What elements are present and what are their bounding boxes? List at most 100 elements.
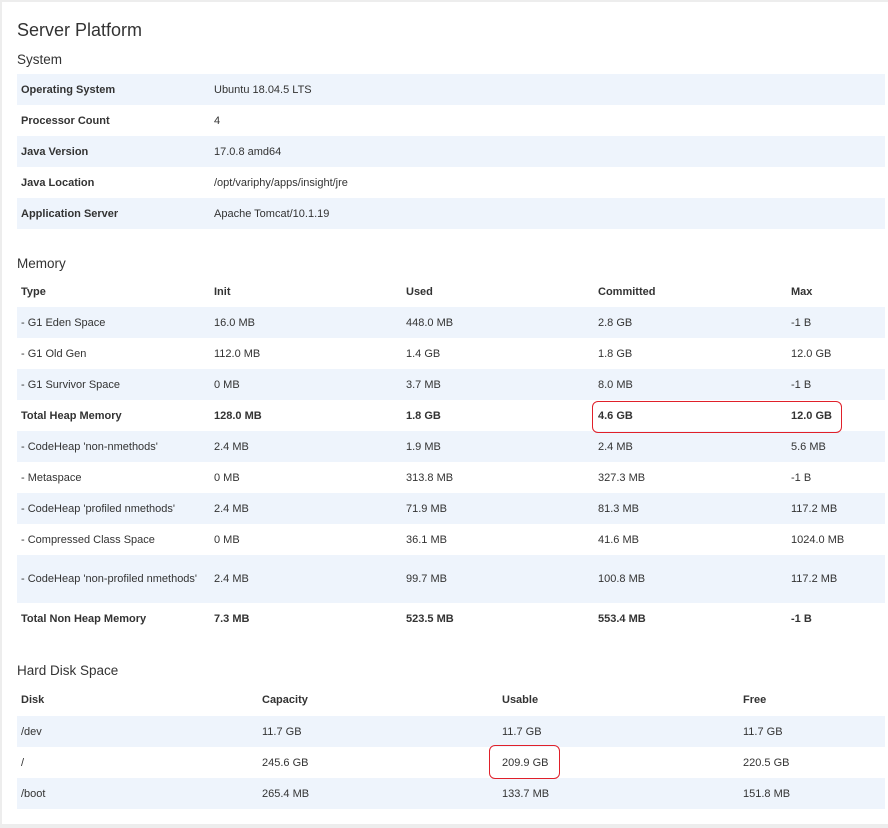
column-header-init: Init bbox=[214, 285, 231, 298]
memory-type: Total Heap Memory bbox=[21, 409, 122, 422]
memory-used: 1.8 GB bbox=[406, 409, 441, 422]
disk-capacity: 245.6 GB bbox=[262, 756, 309, 769]
system-table: Operating System Ubuntu 18.04.5 LTS Proc… bbox=[17, 74, 885, 229]
memory-section-title: Memory bbox=[17, 256, 66, 271]
memory-max: -1 B bbox=[787, 307, 885, 338]
column-header-committed: Committed bbox=[598, 285, 656, 298]
system-value: /opt/variphy/apps/insight/jre bbox=[214, 176, 348, 189]
system-label: Java Location bbox=[21, 176, 95, 189]
column-header-usable: Usable bbox=[502, 694, 539, 706]
table-row: /dev 11.7 GB 11.7 GB 11.7 GB bbox=[17, 716, 885, 747]
memory-max: 117.2 MB bbox=[787, 493, 885, 524]
disk-usable: 133.7 MB bbox=[498, 778, 739, 809]
disk-free: 151.8 MB bbox=[739, 778, 885, 809]
table-row: /boot 265.4 MB 133.7 MB 151.8 MB bbox=[17, 778, 885, 809]
memory-used: 1.4 GB bbox=[406, 347, 441, 360]
memory-type: - Compressed Class Space bbox=[21, 533, 155, 546]
column-header-used: Used bbox=[406, 285, 433, 298]
memory-init: 2.4 MB bbox=[210, 431, 402, 462]
memory-type: Total Non Heap Memory bbox=[21, 612, 147, 625]
memory-max: -1 B bbox=[791, 471, 812, 484]
system-label: Application Server bbox=[17, 198, 210, 229]
table-row: - G1 Old Gen 112.0 MB 1.4 GB 1.8 GB 12.0… bbox=[17, 338, 885, 369]
system-label: Java Version bbox=[17, 136, 210, 167]
disk-usable: 11.7 GB bbox=[498, 716, 739, 747]
disk-capacity: 11.7 GB bbox=[258, 716, 498, 747]
memory-type: - G1 Survivor Space bbox=[17, 369, 210, 400]
memory-committed: 1.8 GB bbox=[598, 347, 633, 360]
system-value: 4 bbox=[214, 114, 221, 127]
memory-committed: 100.8 MB bbox=[594, 555, 787, 603]
table-row: - G1 Eden Space 16.0 MB 448.0 MB 2.8 GB … bbox=[17, 307, 885, 338]
memory-type: - CodeHeap 'non-profiled nmethods' bbox=[17, 555, 210, 603]
memory-max: -1 B bbox=[787, 369, 885, 400]
memory-committed: 553.4 MB bbox=[598, 612, 646, 625]
memory-init: 0 MB bbox=[214, 471, 240, 484]
table-row: - CodeHeap 'profiled nmethods' 2.4 MB 71… bbox=[17, 493, 885, 524]
disk-name: /dev bbox=[17, 716, 258, 747]
disk-section-title: Hard Disk Space bbox=[17, 663, 119, 678]
total-non-heap-memory-row: Total Non Heap Memory 7.3 MB 523.5 MB 55… bbox=[17, 603, 885, 634]
memory-init: 0 MB bbox=[210, 369, 402, 400]
memory-committed: 8.0 MB bbox=[594, 369, 787, 400]
page-title: Server Platform bbox=[17, 20, 143, 40]
table-row: - CodeHeap 'non-profiled nmethods' 2.4 M… bbox=[17, 555, 885, 603]
memory-used: 3.7 MB bbox=[402, 369, 594, 400]
system-value: 17.0.8 amd64 bbox=[210, 136, 885, 167]
memory-init: 2.4 MB bbox=[210, 493, 402, 524]
disk-name: /boot bbox=[17, 778, 258, 809]
table-row: - CodeHeap 'non-nmethods' 2.4 MB 1.9 MB … bbox=[17, 431, 885, 462]
memory-committed: 327.3 MB bbox=[598, 471, 646, 484]
column-header-free: Free bbox=[743, 694, 767, 706]
disk-free: 220.5 GB bbox=[743, 756, 790, 769]
system-row-processor-count: Processor Count 4 bbox=[17, 105, 885, 136]
memory-used: 1.9 MB bbox=[402, 431, 594, 462]
system-row-application-server: Application Server Apache Tomcat/10.1.19 bbox=[17, 198, 885, 229]
memory-init: 16.0 MB bbox=[210, 307, 402, 338]
memory-max: 5.6 MB bbox=[787, 431, 885, 462]
column-header-disk: Disk bbox=[21, 694, 45, 706]
disk-capacity: 265.4 MB bbox=[258, 778, 498, 809]
memory-committed: 2.8 GB bbox=[594, 307, 787, 338]
total-heap-highlight-box bbox=[592, 401, 842, 433]
system-label: Processor Count bbox=[21, 114, 110, 127]
system-label: Operating System bbox=[17, 74, 210, 105]
column-header-type: Type bbox=[21, 285, 46, 298]
memory-type: - CodeHeap 'profiled nmethods' bbox=[17, 493, 210, 524]
memory-init: 112.0 MB bbox=[214, 347, 261, 360]
memory-type: - Metaspace bbox=[21, 471, 82, 484]
table-row: / 245.6 GB 209.9 GB 220.5 GB bbox=[17, 747, 885, 778]
table-row: - Metaspace 0 MB 313.8 MB 327.3 MB -1 B bbox=[17, 462, 885, 493]
memory-committed: 2.4 MB bbox=[594, 431, 787, 462]
memory-committed: 41.6 MB bbox=[598, 533, 639, 546]
system-value: Ubuntu 18.04.5 LTS bbox=[210, 74, 885, 105]
memory-init: 128.0 MB bbox=[214, 409, 262, 422]
memory-max: 1024.0 MB bbox=[791, 533, 845, 546]
memory-used: 71.9 MB bbox=[402, 493, 594, 524]
system-section-title: System bbox=[17, 52, 63, 67]
disk-free: 11.7 GB bbox=[739, 716, 885, 747]
usable-disk-highlight-box bbox=[489, 745, 560, 779]
disk-name: / bbox=[21, 756, 25, 769]
memory-init: 2.4 MB bbox=[210, 555, 402, 603]
table-row: - Compressed Class Space 0 MB 36.1 MB 41… bbox=[17, 524, 885, 555]
memory-max: -1 B bbox=[791, 612, 812, 625]
memory-used: 523.5 MB bbox=[406, 612, 454, 625]
memory-max: 117.2 MB bbox=[787, 555, 885, 603]
table-row: - G1 Survivor Space 0 MB 3.7 MB 8.0 MB -… bbox=[17, 369, 885, 400]
memory-init: 0 MB bbox=[214, 533, 240, 546]
memory-header-row: Type Init Used Committed Max bbox=[17, 276, 885, 307]
memory-type: - G1 Eden Space bbox=[17, 307, 210, 338]
memory-type: - G1 Old Gen bbox=[21, 347, 87, 360]
memory-table: Type Init Used Committed Max - G1 Eden S… bbox=[17, 276, 885, 634]
disk-header-row: Disk Capacity Usable Free bbox=[17, 684, 885, 716]
memory-used: 99.7 MB bbox=[402, 555, 594, 603]
column-header-capacity: Capacity bbox=[262, 694, 308, 706]
disk-table: Disk Capacity Usable Free /dev 11.7 GB 1… bbox=[17, 684, 885, 809]
memory-type: - CodeHeap 'non-nmethods' bbox=[17, 431, 210, 462]
system-row-operating-system: Operating System Ubuntu 18.04.5 LTS bbox=[17, 74, 885, 105]
system-value: Apache Tomcat/10.1.19 bbox=[210, 198, 885, 229]
memory-used: 36.1 MB bbox=[406, 533, 447, 546]
memory-used: 448.0 MB bbox=[402, 307, 594, 338]
system-row-java-location: Java Location /opt/variphy/apps/insight/… bbox=[17, 167, 885, 198]
